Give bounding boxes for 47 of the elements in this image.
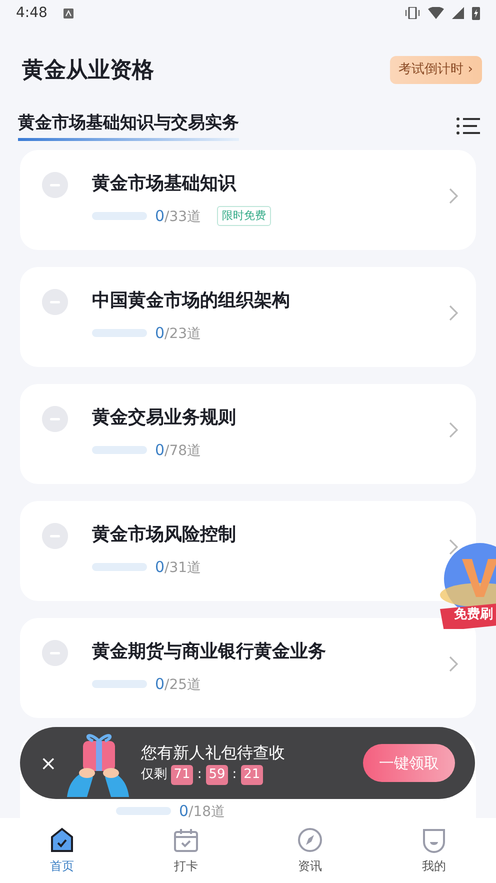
chapter-title: 中国黄金市场的组织架构 <box>92 289 291 313</box>
question-count: 0/18道 <box>179 801 226 818</box>
time-separator: : <box>232 766 237 784</box>
list-icon[interactable] <box>456 117 480 135</box>
countdown-button[interactable]: 考试倒计时 › <box>390 56 482 84</box>
question-count: 0/78道 <box>155 440 202 461</box>
subject-title[interactable]: 黄金市场基础知识与交易实务 <box>18 111 239 141</box>
tab-item[interactable]: 打卡 <box>124 818 248 883</box>
question-count: 0/25道 <box>155 674 202 695</box>
tab-item[interactable]: 资讯 <box>248 818 372 883</box>
profile-icon <box>421 826 447 852</box>
chapter-card[interactable]: 黄金市场风险控制 0/31道 <box>20 501 476 601</box>
chevron-right-icon <box>449 305 458 321</box>
close-button[interactable]: × <box>40 748 57 778</box>
chevron-right-icon <box>449 656 458 672</box>
chapter-card[interactable]: 中国黄金市场的组织架构 0/23道 <box>20 267 476 367</box>
countdown-digits: 21 <box>240 765 264 785</box>
status-time: 4:48 <box>16 4 48 22</box>
countdown-digits: 71 <box>170 765 194 785</box>
tab-item[interactable]: 我的 <box>372 818 496 883</box>
chapter-card[interactable]: 黄金市场基础知识 0/33道 限时免费 <box>20 150 476 250</box>
free-tag: 限时免费 <box>217 206 272 226</box>
chapter-title: 黄金交易业务规则 <box>92 406 237 430</box>
signal-icon <box>452 7 464 19</box>
question-count: 0/33道 <box>155 206 202 227</box>
wifi-icon <box>428 7 444 19</box>
question-count: 0/23道 <box>155 323 202 344</box>
home-icon <box>49 826 75 852</box>
tab-item[interactable]: 首页 <box>0 818 124 883</box>
page-title: 黄金从业资格 <box>22 56 154 84</box>
question-count: 0/31道 <box>155 557 202 578</box>
chevron-right-icon <box>449 188 458 204</box>
vibrate-icon <box>405 7 420 19</box>
chapter-card[interactable]: 黄金交易业务规则 0/78道 <box>20 384 476 484</box>
remaining-label: 仅剩 <box>140 766 167 784</box>
notification-icon <box>63 8 74 18</box>
chevron-right-icon <box>449 422 458 438</box>
chapter-title: 黄金市场基础知识 <box>92 172 238 196</box>
time-separator: : <box>197 766 202 784</box>
calendar-icon <box>173 826 199 852</box>
chapter-title: 黄金市场风险控制 <box>92 523 237 547</box>
chevron-right-icon <box>449 539 458 555</box>
countdown-digits: 59 <box>206 765 228 785</box>
battery-icon <box>472 6 480 20</box>
compass-icon <box>297 826 323 852</box>
promo-title: 您有新人礼包待查收 <box>140 742 286 764</box>
chapter-title: 黄金期货与商业银行黄金业务 <box>92 640 327 664</box>
